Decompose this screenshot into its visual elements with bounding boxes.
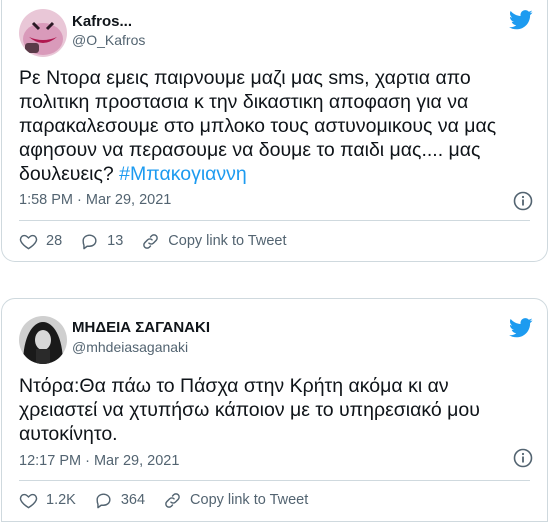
tweet-timestamp[interactable]: 1:58 PM · Mar 29, 2021 bbox=[19, 192, 171, 208]
tweet-text-line: χρειαστεί να χτυπήσω κάποιον με το υπηρε… bbox=[19, 399, 480, 421]
tweet-timestamp[interactable]: 12:17 PM · Mar 29, 2021 bbox=[19, 453, 179, 469]
reply-count: 364 bbox=[120, 492, 146, 508]
tweet-text-segment: δουλευεις? bbox=[19, 163, 114, 185]
tweet-text: Ρε Ντορα εμεις παιρνουμε μαζι μας sms, χ… bbox=[19, 66, 519, 186]
author-handle[interactable]: @O_Kafros bbox=[72, 32, 145, 48]
heart-icon bbox=[19, 234, 38, 249]
reply-button[interactable]: 13 bbox=[80, 232, 123, 251]
tweet-text: Ντόρα:Θα πάω το Πάσχα στην Κρήτη ακόμα κ… bbox=[19, 374, 529, 446]
avatar[interactable] bbox=[19, 9, 67, 57]
like-button[interactable]: 28 bbox=[19, 232, 62, 251]
link-icon bbox=[165, 492, 180, 508]
avatar[interactable] bbox=[19, 316, 67, 364]
author-name[interactable]: ΜΗΔΕΙΑ ΣΑΓΑΝΑΚΙ bbox=[72, 319, 210, 336]
copy-link-label: Copy link to Tweet bbox=[168, 233, 287, 249]
reply-icon bbox=[96, 492, 111, 508]
tweet-actions: 28 13 Copy link to Tweet bbox=[19, 230, 530, 252]
reply-count: 13 bbox=[107, 233, 124, 249]
tweet-text-line: Ρε Ντορα εμεις παιρνουμε μαζι μας sms, χ… bbox=[19, 67, 471, 89]
link-icon bbox=[143, 233, 159, 249]
twitter-bird-icon[interactable] bbox=[509, 318, 533, 338]
hashtag-link[interactable]: #Μπακογιαννη bbox=[119, 163, 247, 185]
like-count: 28 bbox=[46, 233, 63, 249]
tweet-text-line: Ντόρα:Θα πάω το Πάσχα στην Κρήτη ακόμα κ… bbox=[19, 375, 449, 397]
tweet-card[interactable]: Kafros... @O_Kafros Ρε Ντορα εμεις παιρν… bbox=[1, 0, 548, 262]
tweet-text-line: πολιτικη προστασια κ την δικαστικη αποφα… bbox=[19, 91, 469, 113]
divider bbox=[19, 220, 530, 221]
reply-button[interactable]: 364 bbox=[94, 491, 145, 510]
tweet-card[interactable]: ΜΗΔΕΙΑ ΣΑΓΑΝΑΚΙ @mhdeiasaganaki Ντόρα:Θα… bbox=[1, 298, 548, 522]
info-icon[interactable] bbox=[513, 448, 533, 468]
divider bbox=[19, 480, 530, 481]
like-count: 1.2K bbox=[46, 492, 76, 508]
copy-link-button[interactable]: Copy link to Tweet bbox=[163, 491, 308, 510]
author-name[interactable]: Kafros... bbox=[72, 13, 132, 30]
tweet-text-line: παρακαλεσουμε στο μπλοκο τους αστυνομικο… bbox=[19, 115, 497, 137]
info-icon[interactable] bbox=[513, 191, 533, 211]
heart-icon bbox=[19, 493, 38, 508]
tweet-text-line: αυτοκίνητο. bbox=[19, 423, 118, 445]
tweet-actions: 1.2K 364 Copy link to Tweet bbox=[19, 489, 530, 511]
tweet-text-line: δουλευεις? #Μπακογιαννη bbox=[19, 162, 519, 186]
reply-icon bbox=[82, 233, 97, 249]
avatar-image bbox=[19, 9, 67, 57]
like-button[interactable]: 1.2K bbox=[19, 491, 76, 510]
avatar-image bbox=[19, 316, 67, 364]
copy-link-label: Copy link to Tweet bbox=[190, 492, 309, 508]
copy-link-button[interactable]: Copy link to Tweet bbox=[141, 232, 287, 251]
twitter-bird-icon[interactable] bbox=[509, 10, 533, 30]
tweet-text-line: αφησουν να περασουμε να δουμε το παιδι μ… bbox=[19, 139, 481, 161]
author-handle[interactable]: @mhdeiasaganaki bbox=[72, 339, 188, 355]
